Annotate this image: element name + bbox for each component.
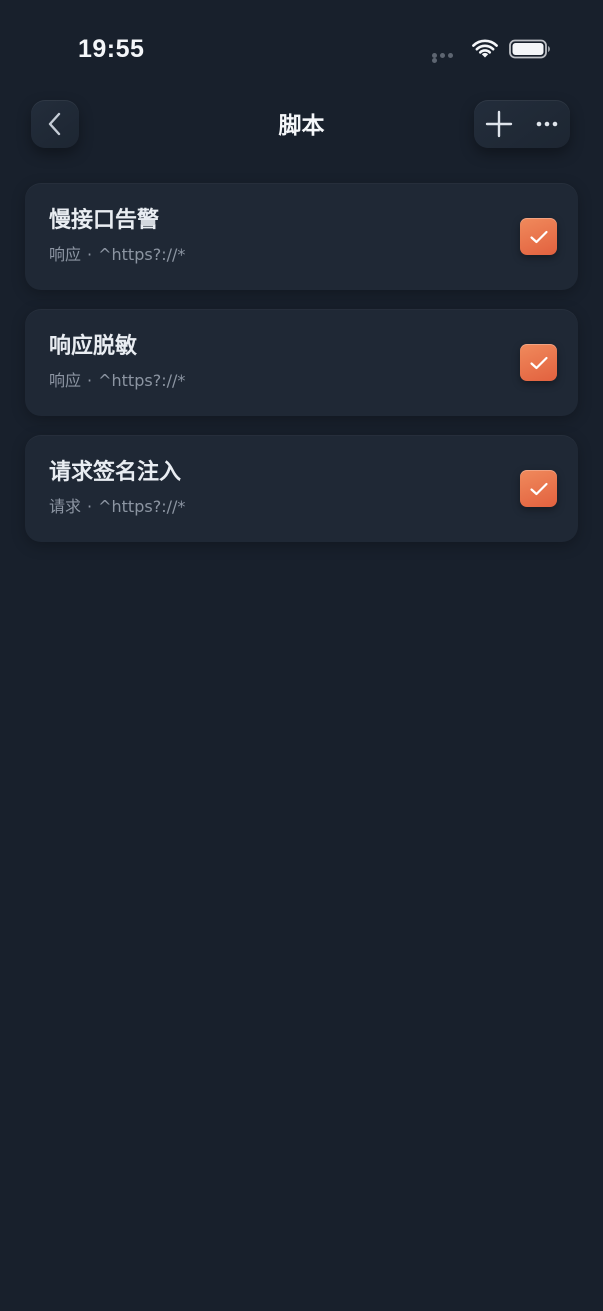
status-time: 19:55	[78, 35, 145, 63]
meta-separator: ·	[87, 245, 93, 264]
meta-separator: ·	[87, 371, 93, 390]
script-enabled-checkbox[interactable]	[520, 470, 557, 507]
checkmark-icon	[529, 356, 548, 369]
script-meta: 响应 · ^https?://*	[49, 370, 185, 392]
meta-separator: ·	[87, 497, 93, 516]
checkmark-icon	[529, 230, 548, 243]
script-pattern: ^https?://*	[98, 371, 186, 390]
script-name: 慢接口告警	[49, 208, 160, 233]
script-card[interactable]: 请求签名注入 请求 · ^https?://*	[25, 435, 578, 542]
script-enabled-checkbox[interactable]	[520, 218, 557, 255]
script-pattern: ^https?://*	[98, 245, 186, 264]
script-meta: 响应 · ^https?://*	[49, 244, 185, 266]
script-card[interactable]: 响应脱敏 响应 · ^https?://*	[25, 309, 578, 416]
script-type: 请求	[49, 497, 82, 516]
add-script-button[interactable]	[474, 100, 524, 148]
script-card[interactable]: 慢接口告警 响应 · ^https?://*	[25, 183, 578, 290]
script-name: 响应脱敏	[49, 334, 138, 359]
signal-dots-icon	[432, 53, 462, 63]
script-list: 慢接口告警 响应 · ^https?://* 响应脱敏 响应 · ^https?://*…	[25, 183, 578, 561]
nav-bar: 脚本	[0, 95, 603, 155]
nav-action-group	[474, 100, 570, 148]
wifi-icon	[472, 39, 498, 58]
more-button[interactable]	[524, 100, 570, 148]
script-type: 响应	[49, 371, 82, 390]
script-meta: 请求 · ^https?://*	[49, 496, 185, 518]
status-bar: 19:55	[0, 0, 603, 80]
script-pattern: ^https?://*	[98, 497, 186, 516]
battery-icon	[509, 39, 550, 59]
script-name: 请求签名注入	[49, 460, 182, 485]
script-enabled-checkbox[interactable]	[520, 344, 557, 381]
script-type: 响应	[49, 245, 82, 264]
checkmark-icon	[529, 482, 548, 495]
ellipsis-icon	[536, 121, 558, 127]
plus-icon	[485, 110, 513, 138]
